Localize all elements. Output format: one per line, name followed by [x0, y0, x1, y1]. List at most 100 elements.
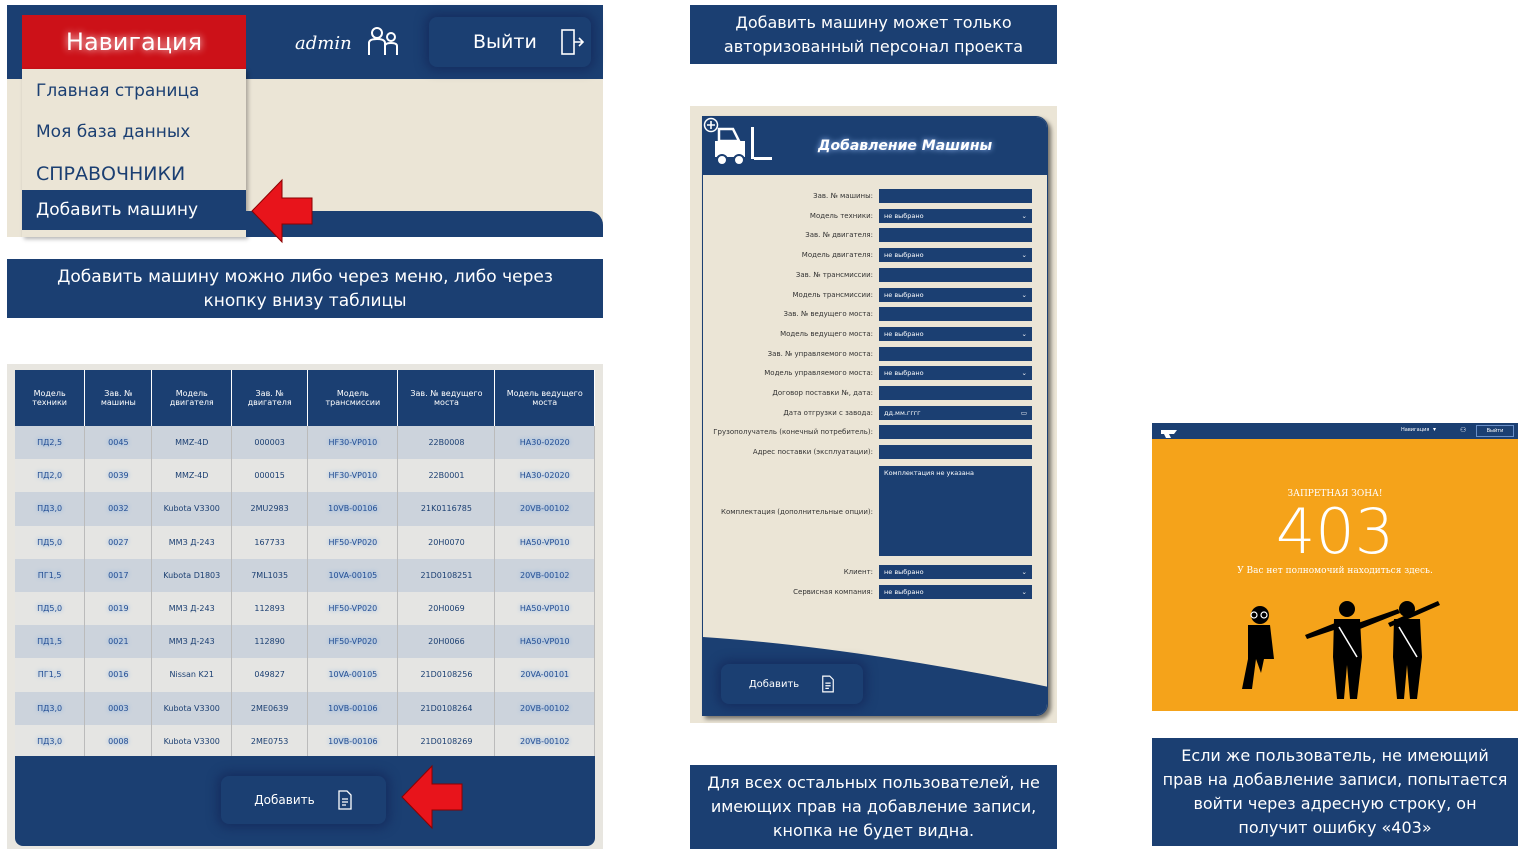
table-cell[interactable]: 20VA-00101 — [494, 658, 595, 692]
service-company-select[interactable]: не выбрано ⌄ — [879, 585, 1032, 599]
red-arrow-icon — [250, 178, 314, 248]
table-cell: Kubota D1803 — [151, 558, 232, 592]
text-input[interactable] — [879, 346, 1032, 361]
add-button-label: Добавить — [254, 793, 315, 807]
table-cell[interactable]: 10VB-00106 — [307, 691, 399, 725]
column-header[interactable]: Зав. № двигателя — [231, 370, 309, 426]
table-cell[interactable]: 0032 — [84, 492, 153, 526]
client-row: Клиент: не выбрано ⌄ — [703, 565, 1047, 581]
table-cell[interactable]: 0008 — [84, 724, 153, 758]
nav-screenshot: Навигация admin Выйти Главная страница М… — [7, 5, 603, 244]
table-cell[interactable]: 20VB-00102 — [494, 724, 595, 758]
table-cell[interactable]: 0021 — [84, 625, 153, 659]
menu-item-my-database[interactable]: Моя база данных — [36, 122, 190, 142]
field-select[interactable]: не выбрано ⌄ — [879, 326, 1032, 341]
field-select[interactable]: не выбрано ⌄ — [879, 208, 1032, 223]
table-cell[interactable]: ПГ1,5 — [15, 558, 86, 592]
table-cell[interactable]: HA50-VP010 — [494, 525, 595, 559]
table-row: ПД2,0 0039 MMZ-4D 000015 HF30-VP010 22B0001 HA… — [15, 459, 595, 493]
table-cell: 21D0108264 — [397, 691, 496, 725]
table-cell: MMZ-4D — [151, 459, 232, 493]
text-input[interactable] — [879, 386, 1032, 400]
field-select[interactable]: не выбрано ⌄ — [879, 287, 1032, 302]
table-cell[interactable]: 10VB-00106 — [307, 492, 399, 526]
table-cell[interactable]: HF50-VP020 — [307, 625, 399, 659]
calendar-icon: ▭ — [1020, 408, 1027, 417]
field-value: не выбрано — [884, 251, 924, 260]
table-cell[interactable]: HA50-VP010 — [494, 625, 595, 659]
column-header[interactable]: Зав. № ведущего моста — [397, 370, 496, 426]
text-input[interactable] — [879, 189, 1032, 203]
table-cell[interactable]: HA30-02020 — [494, 459, 595, 493]
text-input[interactable] — [879, 307, 1032, 322]
column-header[interactable]: Модель трансмиссии — [307, 370, 399, 426]
table-cell[interactable]: 20VB-00102 — [494, 492, 595, 526]
select-value: не выбрано — [884, 588, 924, 596]
field-select[interactable]: не выбрано ⌄ — [879, 366, 1032, 381]
text-input[interactable] — [879, 267, 1032, 282]
logo-icon — [1160, 425, 1178, 444]
table-cell[interactable]: 20VB-00102 — [494, 558, 595, 592]
table-cell[interactable]: ПГ1,5 — [15, 658, 86, 692]
menu-item-references[interactable]: СПРАВОЧНИКИ — [36, 163, 185, 185]
text-input[interactable] — [879, 228, 1032, 243]
nav-dropdown-button[interactable]: Навигация — [22, 15, 246, 69]
table-cell: 167733 — [231, 525, 309, 559]
chevron-down-icon: ⌄ — [1021, 568, 1027, 576]
table-cell: 112890 — [231, 625, 309, 659]
error-nav-link[interactable]: Навигация — [1401, 427, 1429, 433]
table-cell[interactable]: HF50-VP020 — [307, 525, 399, 559]
table-cell[interactable]: 10VA-00105 — [307, 658, 399, 692]
table-cell[interactable]: 20VB-00102 — [494, 691, 595, 725]
column-header[interactable]: Модель двигателя — [151, 370, 232, 426]
table-cell[interactable]: HF30-VP010 — [307, 426, 399, 460]
chevron-down-icon: ⌄ — [1021, 588, 1027, 596]
table-cell[interactable]: ПД2,0 — [15, 459, 86, 493]
date-input[interactable]: дд.мм.гггг ▭ — [879, 405, 1032, 420]
form-add-button[interactable]: Добавить — [721, 664, 863, 704]
table-cell[interactable]: ПД5,0 — [15, 591, 86, 626]
options-textarea[interactable]: Комплектация не указана — [879, 466, 1032, 556]
table-cell[interactable]: 0016 — [84, 658, 153, 692]
field-label: Модель техники: — [809, 211, 873, 220]
form-row: Зав. № ведущего моста: — [703, 307, 1047, 323]
table-cell[interactable]: 10VB-00106 — [307, 724, 399, 758]
table-cell[interactable]: 0027 — [84, 525, 153, 559]
table-cell[interactable]: 0019 — [84, 591, 153, 626]
table-cell[interactable]: HF30-VP010 — [307, 459, 399, 493]
logout-button[interactable]: Выйти — [429, 17, 591, 67]
table-cell[interactable]: 0003 — [84, 691, 153, 725]
table-cell[interactable]: ПД2,5 — [15, 426, 86, 460]
table-cell[interactable]: ПД3,0 — [15, 691, 86, 725]
table-cell[interactable]: ПД3,0 — [15, 492, 86, 526]
field-value: не выбрано — [884, 329, 924, 338]
menu-item-home[interactable]: Главная страница — [36, 81, 199, 101]
table-cell[interactable]: ПД3,0 — [15, 724, 86, 758]
text-input[interactable] — [879, 425, 1032, 440]
table-cell[interactable]: 0017 — [84, 558, 153, 592]
table-cell[interactable]: HA50-VP010 — [494, 591, 595, 626]
field-select[interactable]: не выбрано ⌄ — [879, 248, 1032, 263]
menu-item-add-machine[interactable]: Добавить машину — [22, 190, 246, 230]
table-cell[interactable]: HF50-VP020 — [307, 591, 399, 626]
table-cell: 22B0001 — [397, 459, 496, 493]
table-cell[interactable]: HA30-02020 — [494, 426, 595, 460]
column-header[interactable]: Модель ведущего моста — [494, 370, 595, 426]
table-cell[interactable]: ПД1,5 — [15, 625, 86, 659]
table-cell[interactable]: 0039 — [84, 459, 153, 493]
add-machine-button[interactable]: Добавить — [221, 776, 386, 824]
table-cell[interactable]: 0045 — [84, 426, 153, 460]
client-select[interactable]: не выбрано ⌄ — [879, 565, 1032, 579]
table-row: ПД1,5 0021 ММЗ Д-243 112890 HF50-VP020 20H006… — [15, 625, 595, 659]
table-cell[interactable]: ПД5,0 — [15, 525, 86, 559]
guards-illustration — [1240, 593, 1450, 707]
table-cell[interactable]: 10VA-00105 — [307, 558, 399, 592]
column-header[interactable]: Зав. № машины — [84, 370, 153, 426]
form-row: Грузополучатель (конечный потребитель): — [703, 425, 1047, 441]
column-header[interactable]: Модель техники — [15, 370, 86, 426]
logout-icon — [561, 29, 584, 55]
caret-down-icon: ▾ — [1433, 426, 1437, 433]
field-value: не выбрано — [884, 290, 924, 299]
error-logout-button[interactable]: Выйти — [1476, 425, 1514, 437]
text-input[interactable] — [879, 445, 1032, 460]
